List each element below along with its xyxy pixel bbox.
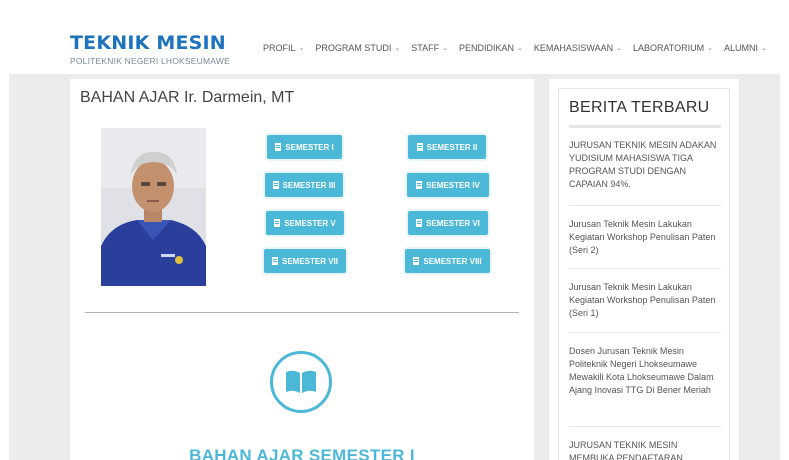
nav-label: KEMAHASISWAAN (533, 43, 614, 53)
news-separator (569, 426, 721, 427)
news-item-3[interactable]: Jurusan Teknik Mesin Lakukan Kegiatan Wo… (569, 281, 721, 320)
chevron-down-icon: ⌄ (616, 45, 622, 52)
site-subtitle: POLITEKNIK NEGERI LHOKSEUMAWE (70, 56, 230, 66)
semester-7-button[interactable]: SEMESTER VII (264, 249, 346, 273)
semester-1-button[interactable]: SEMESTER I (267, 135, 342, 159)
page-title: BAHAN AJAR Ir. Darmein, MT (80, 89, 295, 106)
section-divider (85, 312, 519, 313)
nav-item-profil[interactable]: PROFIL ⌄ (263, 43, 304, 53)
semester-2-button[interactable]: SEMESTER II (408, 135, 486, 159)
button-label: SEMESTER II (426, 142, 478, 152)
news-item-2[interactable]: Jurusan Teknik Mesin Lakukan Kegiatan Wo… (569, 218, 721, 257)
nav-label: LABORATORIUM (632, 43, 705, 53)
chevron-down-icon: ⌄ (442, 45, 448, 52)
widget-title: BERITA TERBARU (569, 99, 710, 116)
news-widget: BERITA TERBARU JURUSAN TEKNIK MESIN ADAK… (558, 88, 730, 460)
chevron-down-icon: ⌄ (517, 45, 523, 52)
semester-8-button[interactable]: SEMESTER VIII (405, 249, 490, 273)
button-label: SEMESTER III (282, 180, 336, 190)
nav-item-program-studi[interactable]: PROGRAM STUDI ⌄ (315, 43, 400, 53)
section-heading: BAHAN AJAR SEMESTER I (189, 446, 415, 460)
book-icon (270, 351, 332, 413)
nav-item-laboratorium[interactable]: LABORATORIUM ⌄ (633, 43, 713, 53)
chevron-down-icon: ⌄ (298, 45, 305, 52)
document-icon (413, 257, 420, 265)
news-item-1[interactable]: JURUSAN TEKNIK MESIN ADAKAN YUDISIUM MAH… (569, 139, 721, 191)
main-content: BAHAN AJAR Ir. Darmein, MT SEMESTER I SE… (70, 79, 534, 460)
book-icon-glyph (286, 370, 316, 393)
semester-6-button[interactable]: SEMESTER VI (408, 211, 488, 235)
nav-label: PROFIL (263, 43, 296, 53)
site-title[interactable]: TEKNIK MESIN (70, 33, 226, 53)
nav-label: STAFF (411, 43, 440, 53)
nav-item-staff[interactable]: STAFF ⌄ (411, 43, 448, 53)
site-header: TEKNIK MESIN POLITEKNIK NEGERI LHOKSEUMA… (0, 0, 789, 74)
nav-item-alumni[interactable]: ALUMNI ⌄ (724, 43, 767, 53)
document-icon (271, 257, 278, 265)
button-label: SEMESTER VI (426, 218, 480, 228)
news-separator (569, 205, 721, 206)
semester-4-button[interactable]: SEMESTER IV (407, 173, 489, 197)
news-item-4[interactable]: Dosen Jurusan Teknik Mesin Politeknik Ne… (569, 345, 721, 397)
news-separator (569, 268, 721, 269)
document-icon (272, 181, 279, 189)
button-label: SEMESTER IV (426, 180, 480, 190)
document-icon (274, 219, 281, 227)
sidebar: BERITA TERBARU JURUSAN TEKNIK MESIN ADAK… (549, 79, 739, 460)
document-icon (416, 181, 423, 189)
lecturer-photo (101, 128, 206, 286)
title-underline (569, 125, 721, 128)
chevron-down-icon: ⌄ (761, 45, 767, 52)
portrait-image (101, 128, 206, 286)
nav-label: PROGRAM STUDI (315, 43, 392, 53)
nav-label: ALUMNI (724, 43, 759, 53)
document-icon (275, 143, 282, 151)
document-icon (416, 143, 423, 151)
news-separator (569, 332, 721, 333)
button-label: SEMESTER V (284, 218, 336, 228)
button-label: SEMESTER VIII (423, 256, 482, 266)
chevron-down-icon: ⌄ (707, 45, 714, 52)
main-nav: PROFIL ⌄ PROGRAM STUDI ⌄ STAFF ⌄ PENDIDIKAN… (263, 43, 778, 53)
semester-3-button[interactable]: SEMESTER III (265, 173, 343, 197)
semester-5-button[interactable]: SEMESTER V (266, 211, 344, 235)
news-item-5[interactable]: JURUSAN TEKNIK MESIN MEMBUKA PENDAFTARAN (569, 439, 721, 460)
button-label: SEMESTER I (285, 142, 334, 152)
button-label: SEMESTER VII (281, 256, 338, 266)
nav-item-pendidikan[interactable]: PENDIDIKAN ⌄ (459, 43, 523, 53)
document-icon (416, 219, 423, 227)
nav-label: PENDIDIKAN (459, 43, 515, 53)
nav-item-kemahasiswaan[interactable]: KEMAHASISWAAN ⌄ (534, 43, 622, 53)
chevron-down-icon: ⌄ (394, 45, 401, 52)
